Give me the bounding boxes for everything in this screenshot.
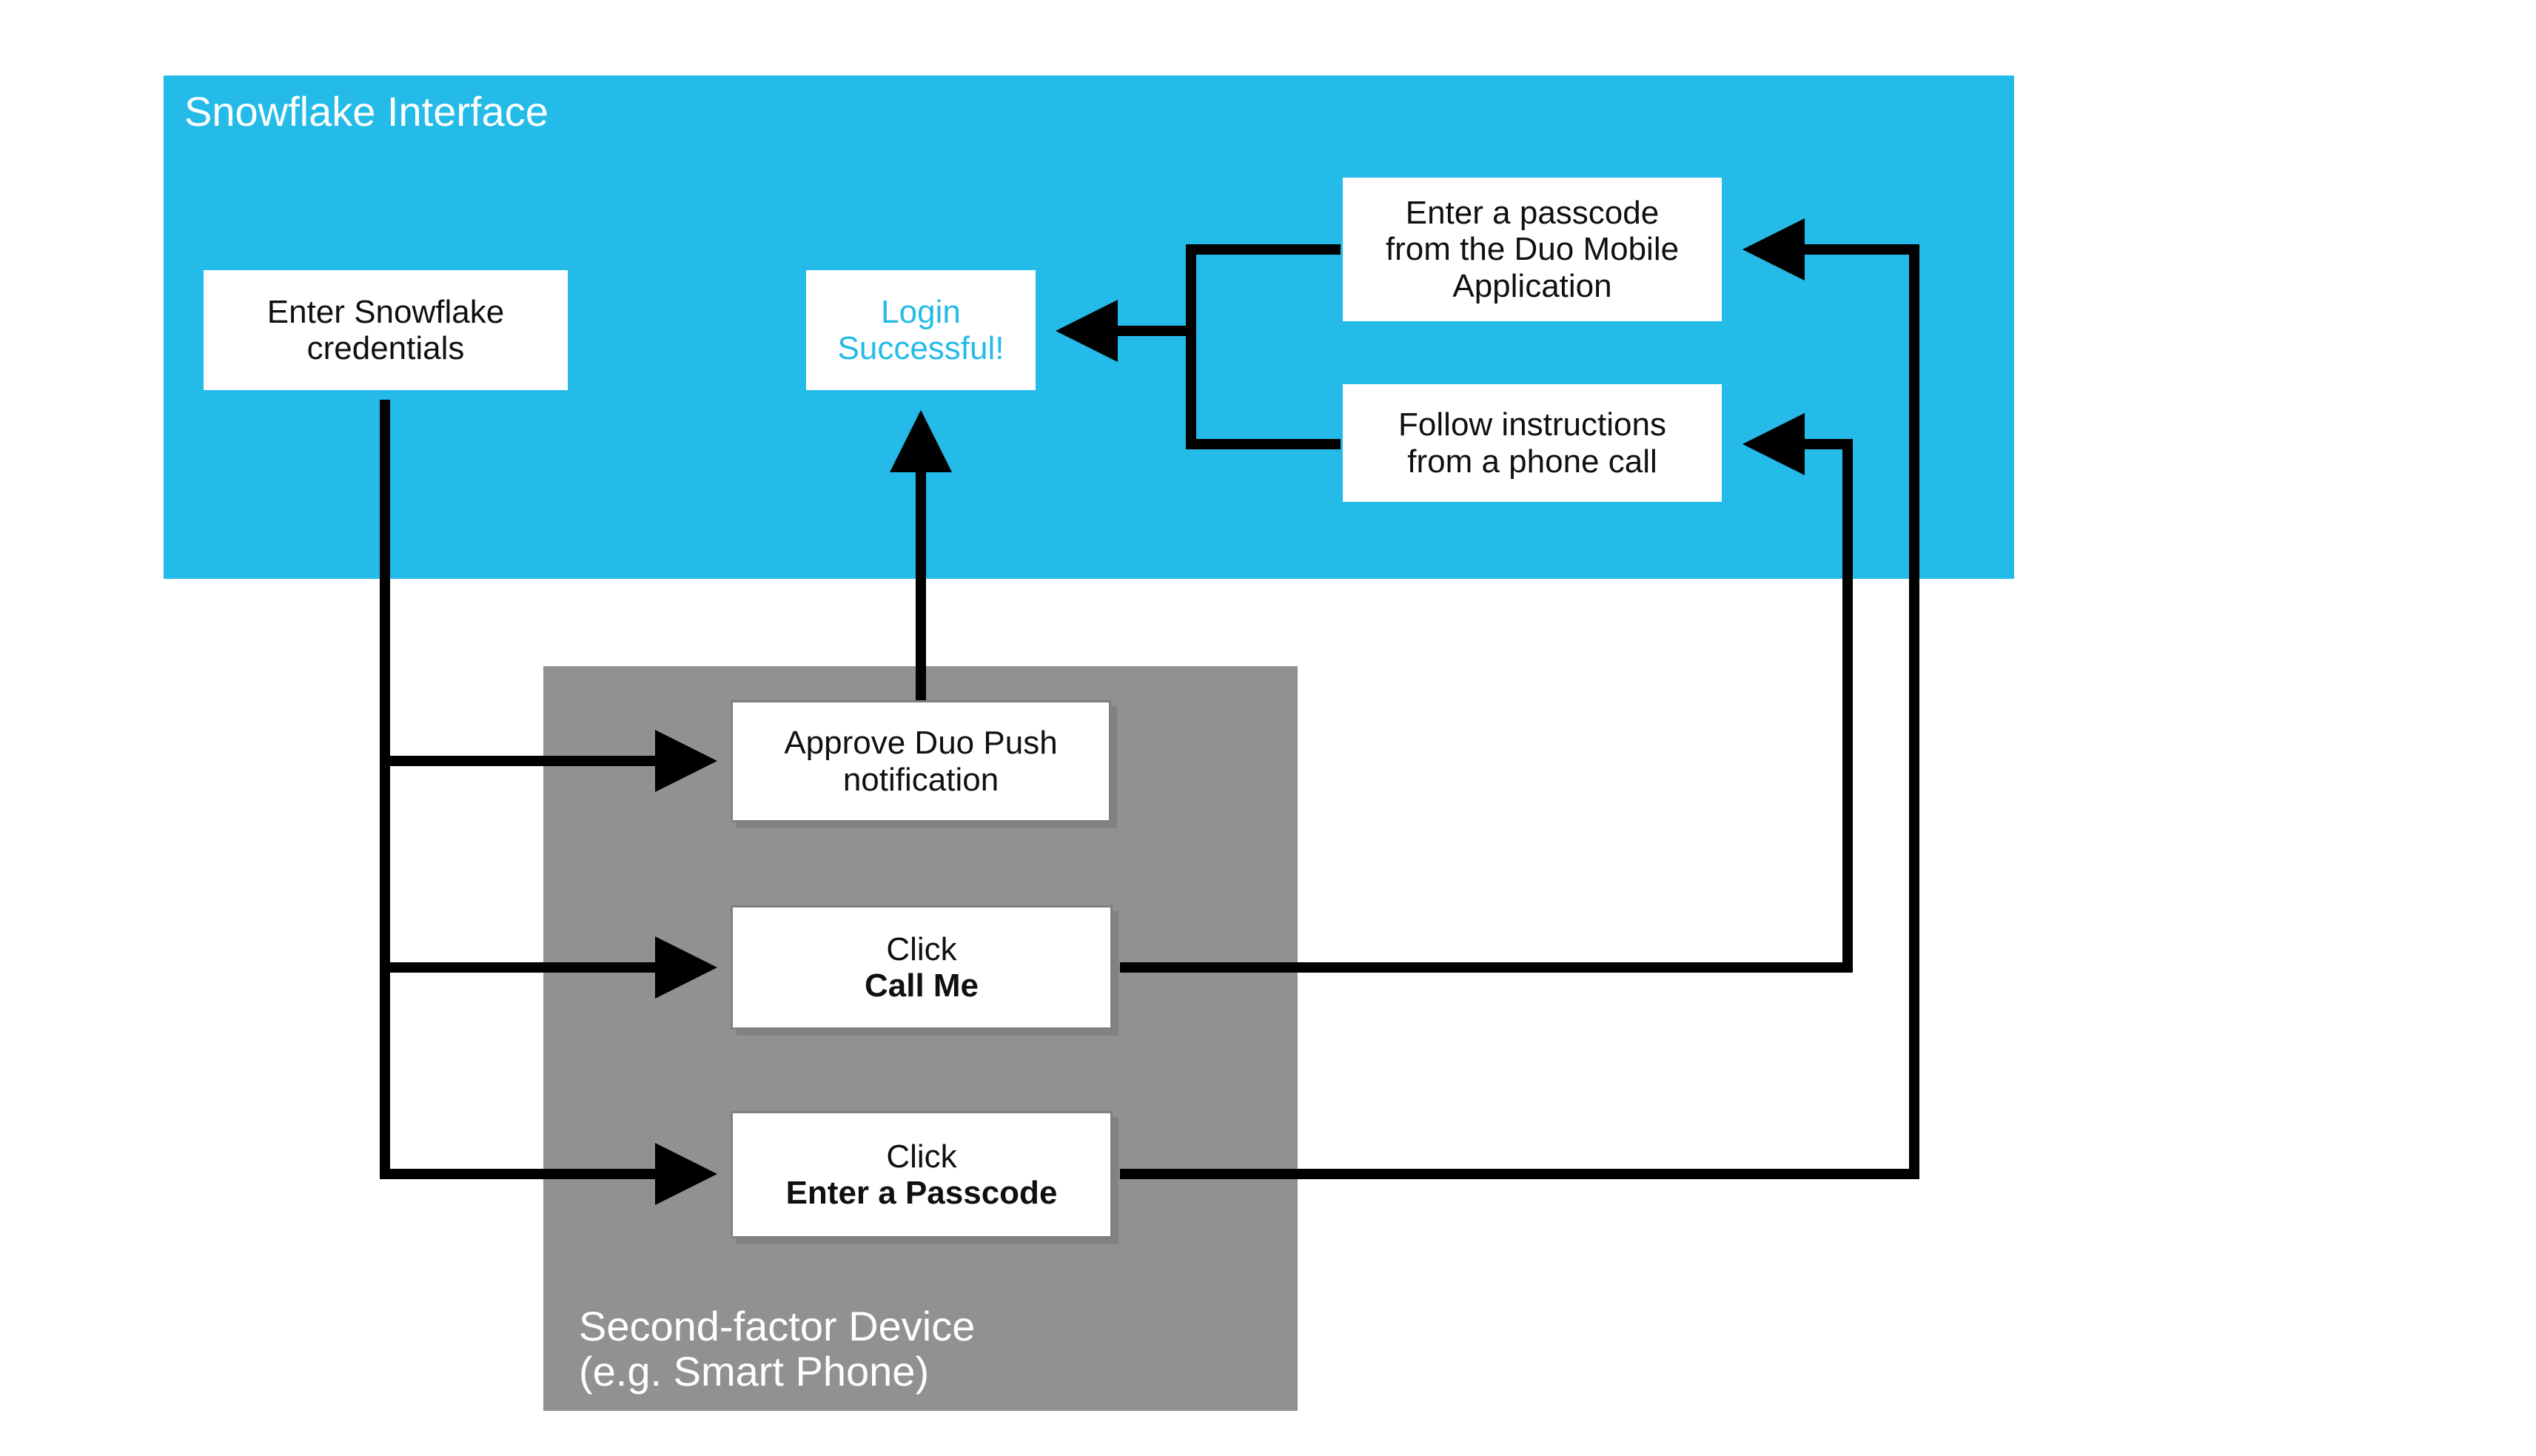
box-enter-passcode-duo: Enter a passcode from the Duo Mobile App… [1341, 175, 1724, 323]
box-click-enter-passcode-line1: Click [886, 1138, 956, 1175]
region-device-title-line1: Second-factor Device [579, 1303, 975, 1349]
region-device-title-line2: (e.g. Smart Phone) [579, 1348, 929, 1395]
box-follow-phone-call-line2: from a phone call [1407, 443, 1657, 480]
box-click-call-me-line1: Click [886, 931, 956, 967]
box-click-call-me: Click Call Me [731, 905, 1113, 1030]
region-device-title: Second-factor Device (e.g. Smart Phone) [558, 1292, 996, 1406]
box-approve-duo-push-line2: notification [843, 762, 999, 798]
box-approve-duo-push-line1: Approve Duo Push [784, 725, 1057, 761]
box-click-enter-passcode: Click Enter a Passcode [731, 1111, 1113, 1238]
box-follow-phone-call-line1: Follow instructions [1398, 406, 1666, 443]
box-enter-passcode-duo-line3: Application [1452, 268, 1611, 304]
box-login-successful-line1: Login [881, 294, 961, 330]
box-click-enter-passcode-line2: Enter a Passcode [786, 1175, 1058, 1211]
box-enter-passcode-duo-line2: from the Duo Mobile [1386, 231, 1679, 267]
box-enter-credentials-line1: Enter Snowflake [267, 294, 504, 330]
box-login-successful: Login Successful! [804, 268, 1038, 392]
box-enter-credentials: Enter Snowflake credentials [201, 268, 570, 392]
box-enter-credentials-line2: credentials [307, 330, 465, 366]
box-click-call-me-line2: Call Me [865, 967, 979, 1004]
box-follow-phone-call: Follow instructions from a phone call [1341, 382, 1724, 504]
box-login-successful-line2: Successful! [838, 330, 1004, 366]
box-enter-passcode-duo-line1: Enter a passcode [1406, 195, 1659, 231]
region-snowflake-title: Snowflake Interface [164, 76, 2014, 147]
box-approve-duo-push: Approve Duo Push notification [731, 700, 1111, 822]
diagram-stage: Snowflake Interface Second-factor Device… [0, 0, 2536, 1456]
